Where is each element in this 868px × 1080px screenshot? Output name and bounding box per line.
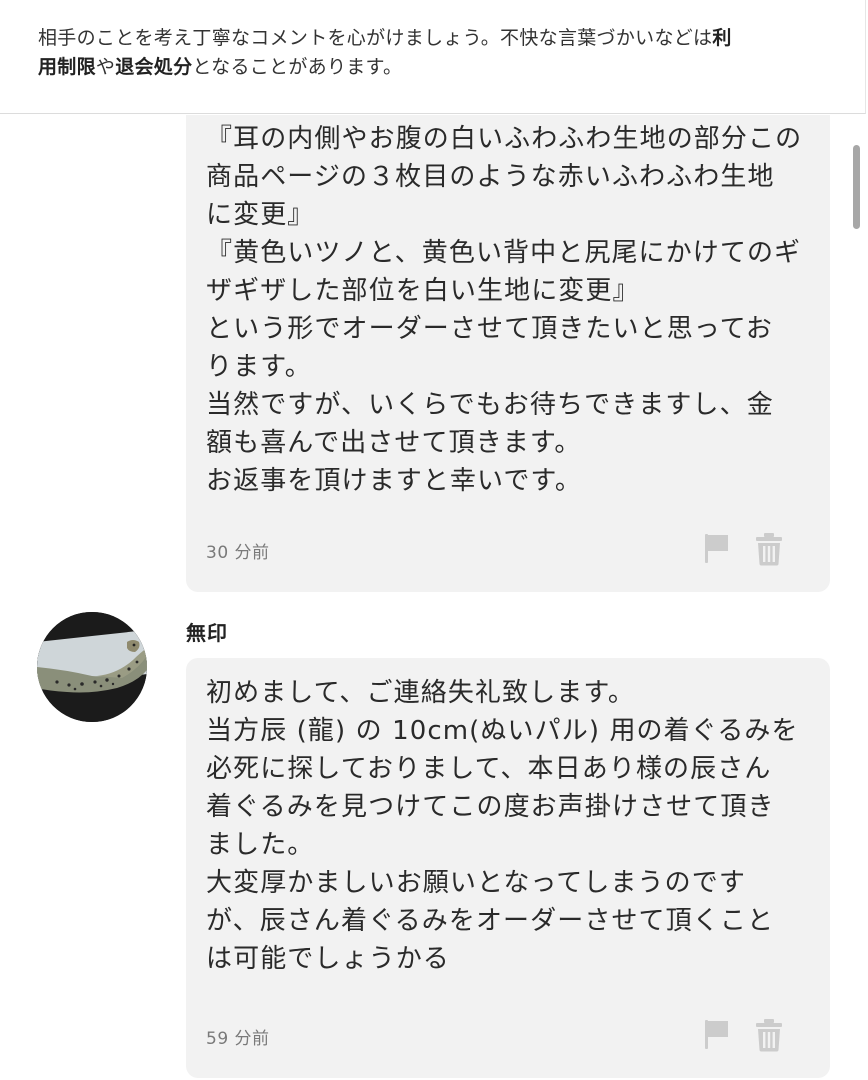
comment-text-line: ました。	[206, 830, 315, 860]
comment-text-line: ります。	[206, 352, 312, 382]
comment-text-line: 当方辰 (龍) の 10cm(ぬいパル) 用の着ぐるみを	[206, 716, 799, 746]
comment-text-line: 額も喜んで出させて頂きます。	[206, 428, 582, 458]
notice-text: や	[95, 56, 116, 78]
comment-text-line: 当然ですが、いくらでもお待ちできますし、金	[206, 390, 774, 420]
notice-text: となることがあります。	[192, 56, 403, 78]
comment-text-line: 初めまして、ご連絡失礼致します。	[206, 678, 635, 708]
notice-emphasis: 用制限	[38, 56, 96, 78]
comment-text-line: に変更』	[206, 200, 315, 230]
comment-text-line: 必死に探しておりまして、本日あり様の辰さん	[206, 754, 772, 784]
comment-bubble: 『耳の内側やお腹の白いふわふわ生地の部分この 商品ページの３枚目のような赤いふわふ…	[186, 115, 830, 592]
comment-timestamp: 30 分前	[206, 543, 270, 563]
comment-text-line: は可能でしょうかる	[206, 944, 450, 974]
comment-author-name[interactable]: 無印	[186, 617, 228, 646]
comment-meta: 59 分前	[206, 1018, 810, 1052]
comment-timestamp: 59 分前	[206, 1029, 270, 1049]
comment-bubble: 初めまして、ご連絡失礼致します。当方辰 (龍) の 10cm(ぬいパル) 用の着…	[186, 658, 830, 1078]
report-button[interactable]	[702, 532, 732, 564]
leopard-gecko-photo	[37, 612, 147, 722]
flag-icon	[705, 534, 728, 563]
comment-text-line: 商品ページの３枚目のような赤いふわふわ生地	[206, 162, 775, 192]
comment-guideline-notice: 相手のことを考え丁寧なコメントを心がけましょう。不快な言葉づかいなどは利用制限や…	[0, 0, 866, 114]
comment-text-line: が、辰さん着ぐるみをオーダーさせて頂くこと	[206, 906, 775, 936]
comment-text-line: ザギザした部位を白い生地に変更』	[206, 276, 640, 306]
delete-button[interactable]	[754, 1018, 784, 1052]
comment-text-line: 着ぐるみを見つけてこの度お声掛けさせて頂き	[206, 792, 775, 822]
notice-text: 相手のことを考え丁寧なコメントを心がけましょう。不快な言葉づかいなどは	[38, 27, 713, 49]
delete-button[interactable]	[754, 532, 784, 566]
report-button[interactable]	[702, 1018, 732, 1050]
comment-text-line: 『耳の内側やお腹の白いふわふわ生地の部分この	[206, 124, 803, 154]
avatar[interactable]	[37, 612, 147, 722]
comment-text-line: 『黄色いツノと、黄色い背中と尻尾にかけてのギ	[206, 238, 802, 268]
trash-icon	[756, 533, 782, 566]
comment-meta: 30 分前	[206, 532, 810, 566]
scrollbar-thumb[interactable]	[853, 145, 860, 229]
comment-body: 『耳の内側やお腹の白いふわふわ生地の部分この 商品ページの３枚目のような赤いふわふ…	[206, 120, 810, 500]
comment-thread[interactable]: 『耳の内側やお腹の白いふわふわ生地の部分この 商品ページの３枚目のような赤いふわふ…	[0, 115, 868, 1080]
flag-icon	[705, 1020, 728, 1049]
comment-text-line: という形でオーダーさせて頂きたいと思ってお	[206, 314, 774, 344]
comment-text-line: 大変厚かましいお願いとなってしまうのです	[206, 868, 746, 898]
comment-body: 初めまして、ご連絡失礼致します。当方辰 (龍) の 10cm(ぬいパル) 用の着…	[206, 674, 810, 978]
notice-emphasis: 退会処分	[115, 56, 193, 78]
notice-emphasis: 利	[712, 27, 732, 49]
trash-icon	[756, 1019, 782, 1052]
comment-text-line: お返事を頂けますと幸いです。	[206, 466, 583, 496]
